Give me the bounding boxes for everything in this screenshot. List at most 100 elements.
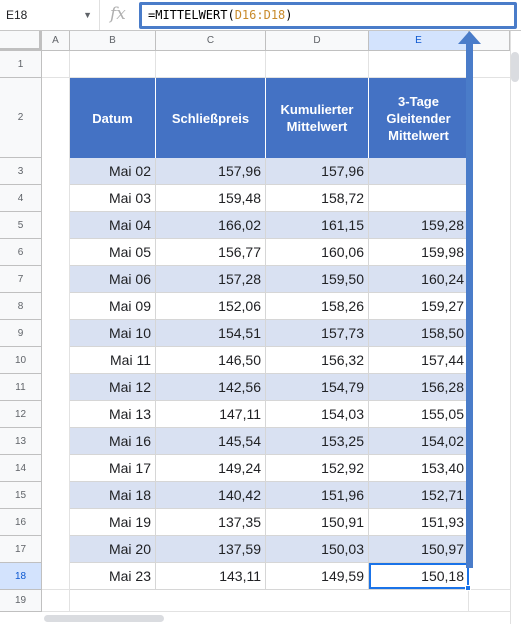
row-header-6[interactable]: 6 (0, 239, 42, 266)
cell-kum[interactable]: 158,26 (266, 293, 369, 320)
cell-kum[interactable]: 156,32 (266, 347, 369, 374)
select-all-corner[interactable] (0, 31, 42, 51)
cell-datum[interactable]: Mai 13 (70, 401, 156, 428)
cell-datum[interactable]: Mai 09 (70, 293, 156, 320)
cell-gl[interactable]: 156,28 (369, 374, 469, 401)
cell-datum[interactable]: Mai 17 (70, 455, 156, 482)
cell-preis[interactable]: 143,11 (156, 563, 266, 590)
row-header-15[interactable]: 15 (0, 482, 42, 509)
cell-gl[interactable]: 160,24 (369, 266, 469, 293)
cell-datum[interactable]: Mai 23 (70, 563, 156, 590)
row-header-18[interactable]: 18 (0, 563, 42, 590)
cell-kum[interactable]: 151,96 (266, 482, 369, 509)
row-header-10[interactable]: 10 (0, 347, 42, 374)
cell-preis[interactable]: 147,11 (156, 401, 266, 428)
cell-kum[interactable]: 159,50 (266, 266, 369, 293)
cell-datum[interactable]: Mai 20 (70, 536, 156, 563)
cell-kum[interactable]: 158,72 (266, 185, 369, 212)
formula-bar: E18 ▼ fx =MITTELWERT(D16:D18) (0, 0, 521, 31)
row-header-7[interactable]: 7 (0, 266, 42, 293)
row-header-16[interactable]: 16 (0, 509, 42, 536)
cell-gl[interactable] (369, 158, 469, 185)
cell-preis[interactable]: 145,54 (156, 428, 266, 455)
cell-kum[interactable]: 152,92 (266, 455, 369, 482)
column-header-a[interactable]: A (42, 31, 70, 51)
cell-preis[interactable]: 154,51 (156, 320, 266, 347)
cell-datum[interactable]: Mai 06 (70, 266, 156, 293)
cell-gl[interactable]: 153,40 (369, 455, 469, 482)
cell-preis[interactable]: 140,42 (156, 482, 266, 509)
cell-gl[interactable]: 154,02 (369, 428, 469, 455)
row-header-3[interactable]: 3 (0, 158, 42, 185)
name-box[interactable]: E18 ▼ (0, 0, 100, 30)
vertical-scroll-track[interactable] (510, 31, 521, 624)
horizontal-scrollbar-thumb[interactable] (44, 615, 164, 622)
cell-datum[interactable]: Mai 04 (70, 212, 156, 239)
row-header-13[interactable]: 13 (0, 428, 42, 455)
cell-preis[interactable]: 146,50 (156, 347, 266, 374)
cell-datum[interactable]: Mai 11 (70, 347, 156, 374)
cell-gl[interactable]: 151,93 (369, 509, 469, 536)
column-header-d[interactable]: D (266, 31, 369, 51)
chevron-down-icon[interactable]: ▼ (83, 0, 92, 30)
cell-kum[interactable]: 157,73 (266, 320, 369, 347)
cell-datum[interactable]: Mai 05 (70, 239, 156, 266)
cell-kum[interactable]: 150,91 (266, 509, 369, 536)
gridline (368, 51, 369, 78)
cell-preis[interactable]: 166,02 (156, 212, 266, 239)
cell-gl[interactable] (369, 185, 469, 212)
cell-kum[interactable]: 154,79 (266, 374, 369, 401)
vertical-scrollbar-thumb[interactable] (511, 52, 519, 82)
row-header-2[interactable]: 2 (0, 78, 42, 158)
column-header-f[interactable] (469, 31, 510, 51)
row-header-1[interactable]: 1 (0, 51, 42, 78)
column-header-c[interactable]: C (156, 31, 266, 51)
cell-kum[interactable]: 149,59 (266, 563, 369, 590)
row-header-9[interactable]: 9 (0, 320, 42, 347)
cell-preis[interactable]: 156,77 (156, 239, 266, 266)
cell-kum[interactable]: 161,15 (266, 212, 369, 239)
cell-kum[interactable]: 153,25 (266, 428, 369, 455)
row-header-5[interactable]: 5 (0, 212, 42, 239)
cell-datum[interactable]: Mai 10 (70, 320, 156, 347)
cell-gl[interactable]: 152,71 (369, 482, 469, 509)
cell-preis[interactable]: 159,48 (156, 185, 266, 212)
cell-kum[interactable]: 150,03 (266, 536, 369, 563)
row-header-17[interactable]: 17 (0, 536, 42, 563)
cell-preis[interactable]: 152,06 (156, 293, 266, 320)
cell-datum[interactable]: Mai 12 (70, 374, 156, 401)
cell-gl[interactable]: 158,50 (369, 320, 469, 347)
row-header-11[interactable]: 11 (0, 374, 42, 401)
formula-input[interactable]: =MITTELWERT(D16:D18) (139, 2, 517, 29)
cell-kum[interactable]: 157,96 (266, 158, 369, 185)
row-header-8[interactable]: 8 (0, 293, 42, 320)
cell-kum[interactable]: 154,03 (266, 401, 369, 428)
cell-gl[interactable]: 159,27 (369, 293, 469, 320)
cell-datum[interactable]: Mai 19 (70, 509, 156, 536)
cell-gl[interactable]: 159,28 (369, 212, 469, 239)
cell-datum[interactable]: Mai 18 (70, 482, 156, 509)
row-header-4[interactable]: 4 (0, 185, 42, 212)
cell-preis[interactable]: 157,96 (156, 158, 266, 185)
cell-gl[interactable]: 157,44 (369, 347, 469, 374)
selected-cell-e18[interactable] (369, 563, 469, 589)
cell-preis[interactable]: 142,56 (156, 374, 266, 401)
cell-datum[interactable]: Mai 03 (70, 185, 156, 212)
cell-kum[interactable]: 160,06 (266, 239, 369, 266)
column-header-e[interactable]: E (369, 31, 469, 51)
cell-gl[interactable]: 155,05 (369, 401, 469, 428)
cell-gl[interactable]: 150,97 (369, 536, 469, 563)
row-header-14[interactable]: 14 (0, 455, 42, 482)
cell-preis[interactable]: 137,59 (156, 536, 266, 563)
row-header-12[interactable]: 12 (0, 401, 42, 428)
cell-preis[interactable]: 149,24 (156, 455, 266, 482)
fill-handle[interactable] (465, 585, 471, 591)
column-header-b[interactable]: B (70, 31, 156, 51)
row-header-19[interactable]: 19 (0, 590, 42, 612)
cell-datum[interactable]: Mai 16 (70, 428, 156, 455)
cell-gl[interactable]: 159,98 (369, 239, 469, 266)
cell-datum[interactable]: Mai 02 (70, 158, 156, 185)
header-schliesspreis: Schließpreis (156, 78, 266, 158)
cell-preis[interactable]: 157,28 (156, 266, 266, 293)
cell-preis[interactable]: 137,35 (156, 509, 266, 536)
